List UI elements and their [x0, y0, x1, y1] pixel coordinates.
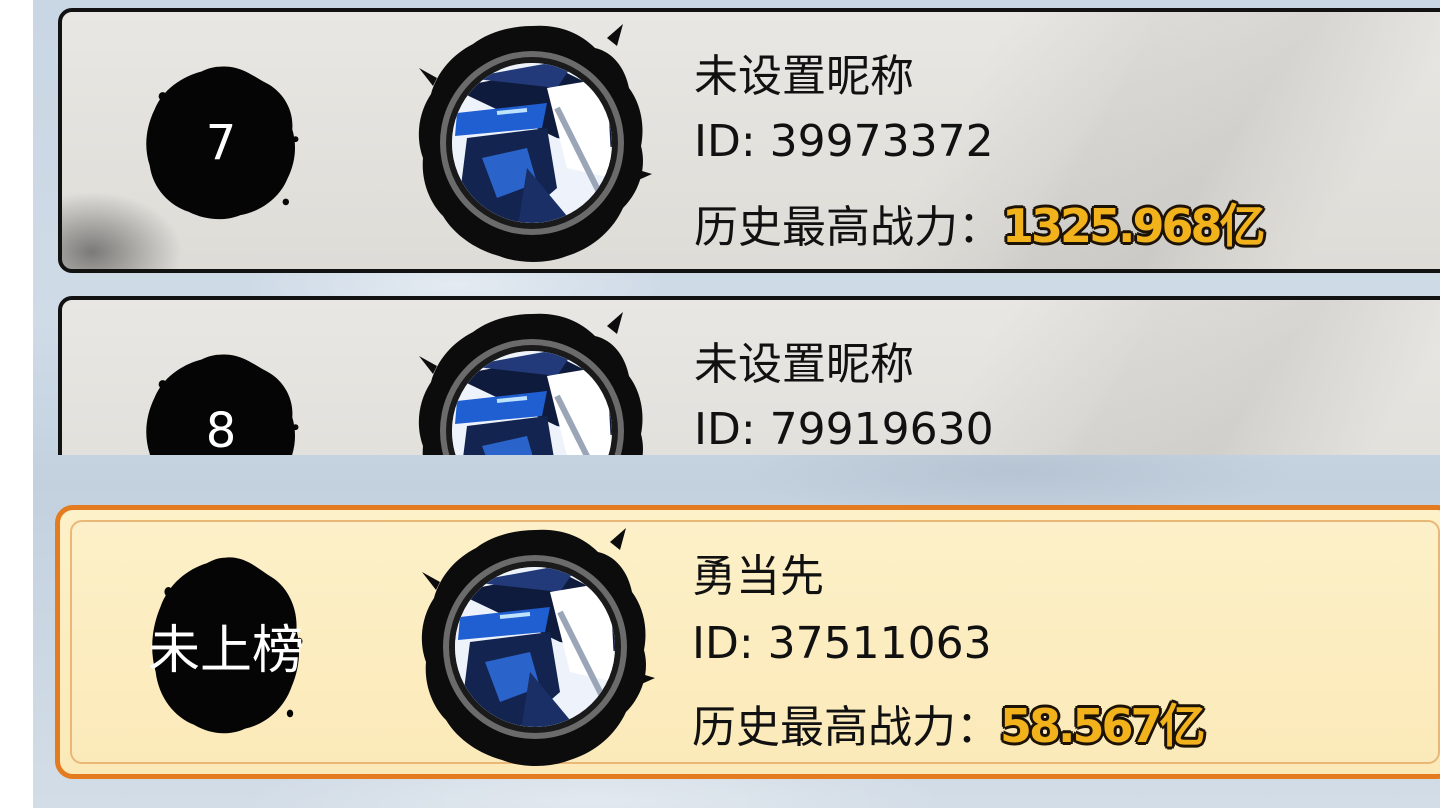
rank-number: 7 — [205, 114, 237, 171]
ninja-avatar-icon — [410, 522, 660, 772]
power-label: 历史最高战力： — [692, 702, 1000, 753]
power-label: 历史最高战力： — [694, 202, 1002, 253]
player-nickname: 未设置昵称 — [694, 51, 914, 102]
my-rank-row[interactable]: 未上榜 勇当先 ID: 37511063 历史最高战力：58.567亿 — [55, 505, 1440, 779]
rank-badge: 7 — [140, 60, 302, 225]
power-value: 58.567亿 — [1000, 699, 1206, 753]
rank-badge: 8 — [140, 348, 302, 455]
ninja-avatar-icon — [407, 18, 657, 268]
rank-number: 8 — [205, 402, 237, 456]
player-id: ID: 37511063 — [692, 618, 992, 669]
player-avatar[interactable] — [410, 522, 660, 772]
player-power-line: 历史最高战力：58.567亿 — [692, 690, 1206, 756]
leaderboard-row[interactable]: 7 未设置昵称 ID: 39973372 历史最高战力：1325.968亿 — [58, 8, 1440, 273]
power-value: 1325.968亿 — [1002, 199, 1266, 253]
player-id: ID: 79919630 — [694, 404, 994, 455]
player-nickname: 勇当先 — [692, 551, 824, 602]
leaderboard-row[interactable]: 8 未设置昵称 ID: 79919630 — [58, 296, 1440, 455]
my-rank-status: 未上榜 — [147, 620, 304, 681]
player-avatar[interactable] — [407, 306, 657, 455]
player-power-line: 历史最高战力：1325.968亿 — [694, 190, 1266, 256]
leaderboard-list[interactable]: 7 未设置昵称 ID: 39973372 历史最高战力：1325.968亿 8 … — [0, 0, 1440, 455]
player-avatar[interactable] — [407, 18, 657, 268]
ninja-avatar-icon — [407, 306, 657, 455]
player-id: ID: 39973372 — [694, 116, 994, 167]
player-nickname: 未设置昵称 — [694, 339, 914, 390]
rank-badge: 未上榜 — [136, 550, 316, 740]
